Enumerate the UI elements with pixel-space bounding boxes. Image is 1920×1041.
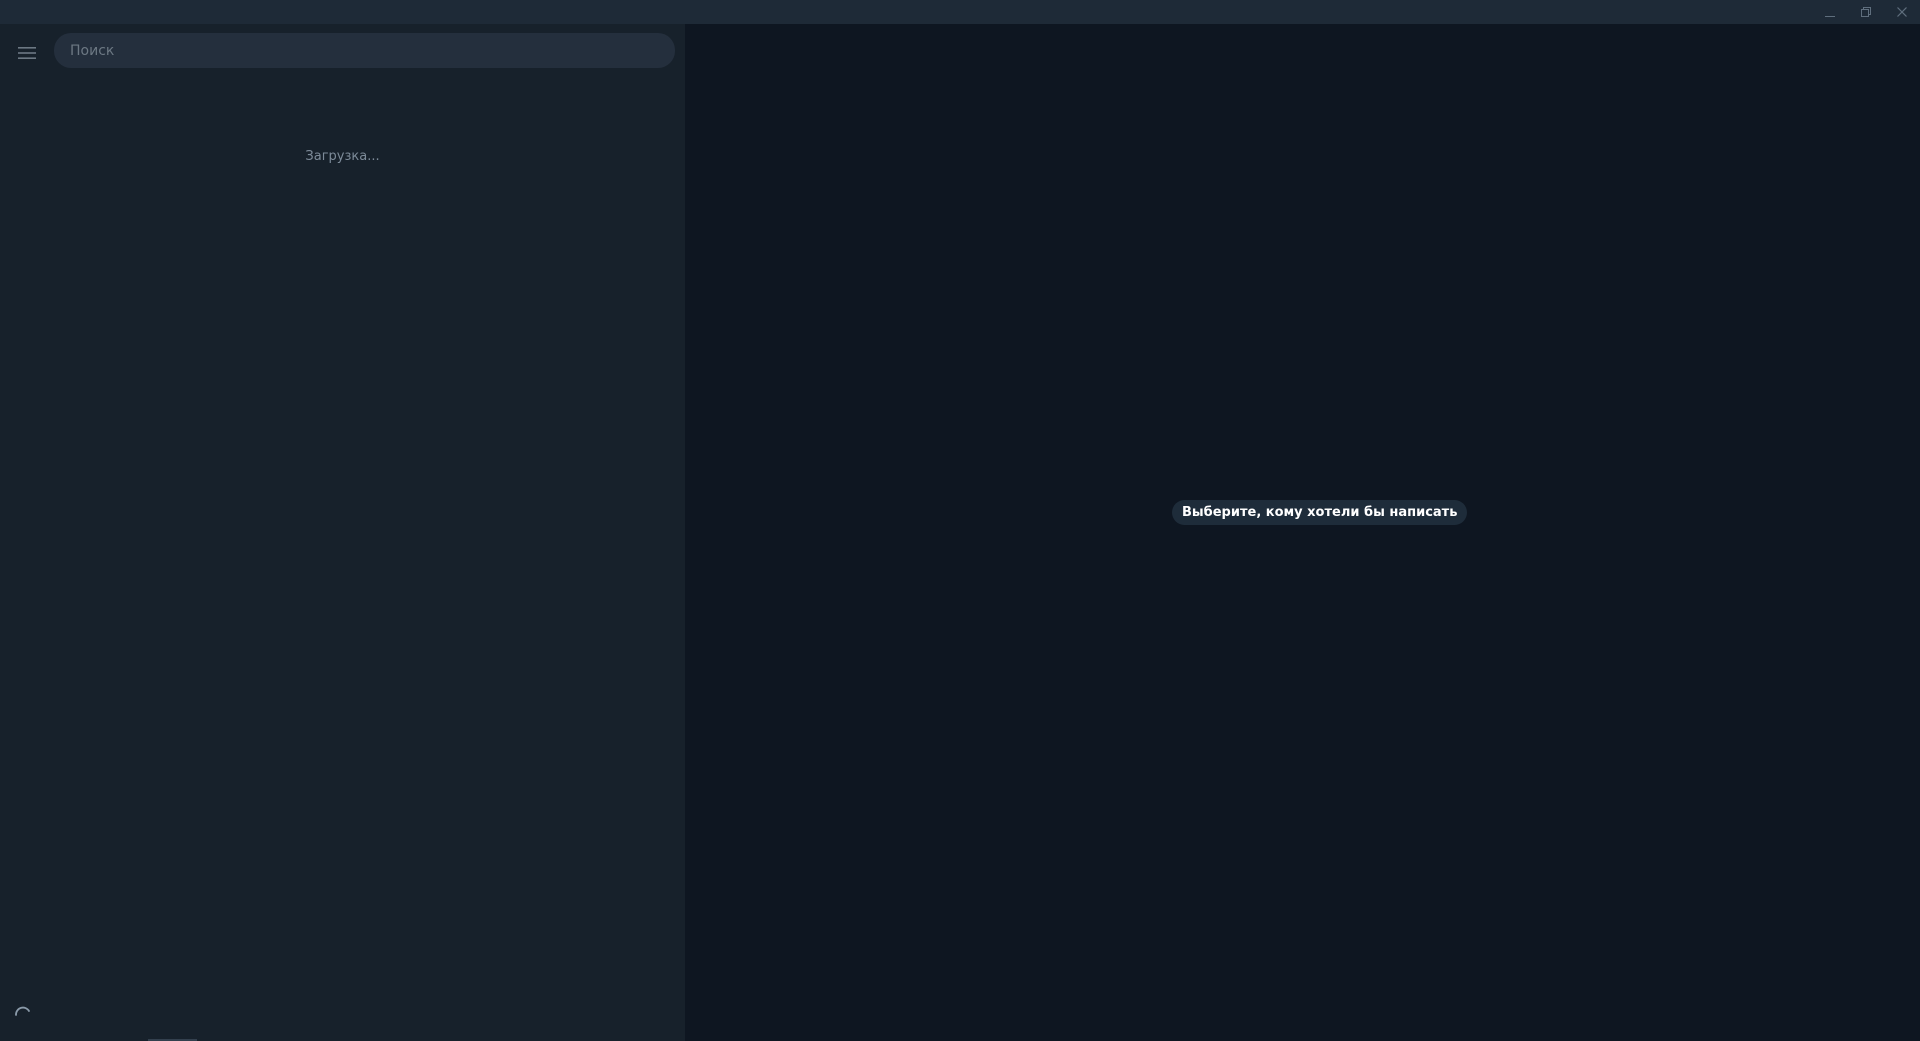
loading-text: Загрузка... bbox=[305, 149, 380, 164]
search-input[interactable] bbox=[70, 33, 675, 68]
empty-chat-hint: Выберите, кому хотели бы написать bbox=[1172, 500, 1468, 525]
title-bar[interactable] bbox=[0, 0, 1920, 24]
restore-icon bbox=[1860, 6, 1872, 18]
connection-status[interactable] bbox=[10, 1004, 36, 1030]
minimize-button[interactable] bbox=[1812, 0, 1848, 24]
chat-area: Выберите, кому хотели бы написать bbox=[685, 24, 1920, 1041]
telegram-window: Загрузка... Выберите, кому хотели бы нап… bbox=[0, 0, 1920, 1041]
minimize-icon bbox=[1824, 6, 1836, 18]
loading-spinner-icon bbox=[12, 1004, 34, 1030]
close-icon bbox=[1896, 6, 1908, 18]
main-menu-button[interactable] bbox=[14, 41, 40, 67]
sidebar: Загрузка... bbox=[0, 24, 685, 1041]
search-box[interactable] bbox=[54, 33, 675, 68]
window-controls bbox=[1812, 0, 1920, 24]
close-button[interactable] bbox=[1884, 0, 1920, 24]
restore-button[interactable] bbox=[1848, 0, 1884, 24]
hamburger-menu-icon bbox=[18, 45, 36, 64]
